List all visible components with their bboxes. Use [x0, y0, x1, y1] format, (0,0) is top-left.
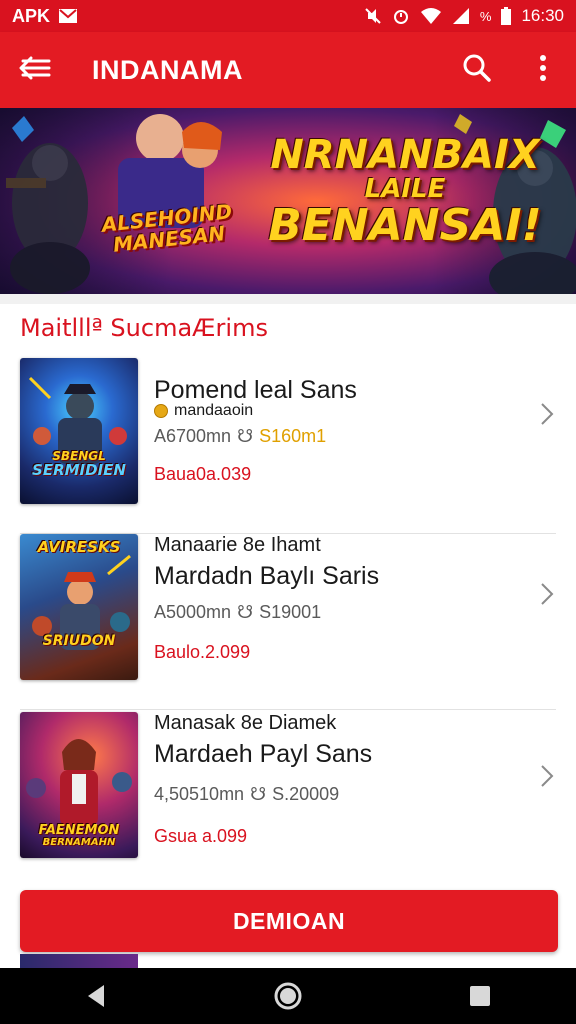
banner-headline-line2: LAILE: [364, 174, 446, 204]
item-price: Baua0a.039: [154, 464, 252, 484]
section-title: Maitlllª SucmaÆrims: [20, 314, 268, 342]
item-downloads: S160m1: [259, 426, 327, 446]
app-title: INDANAMA: [92, 54, 243, 85]
recents-square-icon: [470, 986, 490, 1006]
coin-icon: [154, 404, 168, 418]
item-subtitle-text: mandaaoin: [174, 402, 254, 419]
mail-icon: [58, 8, 78, 24]
item-size: A5000mn: [154, 602, 232, 622]
download-button[interactable]: DEMIOAN: [20, 890, 558, 952]
item-size: 4,50510mn: [154, 784, 245, 804]
overflow-menu-button[interactable]: [510, 32, 576, 108]
chevron-right-icon: [541, 403, 554, 425]
mute-icon: [364, 7, 382, 25]
home-circle-icon: [274, 982, 302, 1010]
list-item[interactable]: SBENGL SERMIDIEN Pomend leal Sans mandaa…: [0, 358, 576, 534]
thumb-title: FAENEMON BERNAMAHN: [20, 824, 138, 848]
status-bar: APK % 16:30: [0, 0, 576, 32]
item-price: Gsua a.099: [154, 826, 248, 846]
divider: [20, 709, 556, 710]
search-button[interactable]: [444, 32, 510, 108]
thumb-text-line2: SERMIDIEN: [32, 460, 126, 479]
rating-icon: ☋: [237, 426, 254, 446]
signal-icon: [452, 7, 470, 25]
alarm-icon: [392, 7, 410, 25]
item-downloads: S.20009: [272, 784, 340, 804]
back-arrow-icon: [19, 55, 53, 86]
next-item-thumbnail-peek: [20, 954, 138, 968]
rating-icon: ☋: [237, 602, 254, 622]
item-subtitle: Manaarie 8e Ihamt: [154, 534, 321, 556]
game-thumbnail: SBENGL SERMIDIEN: [20, 358, 138, 504]
game-thumbnail: AVIRESKS SRIUDON: [20, 534, 138, 680]
item-meta: 4,50510mn ☋ S.20009: [154, 784, 339, 805]
nav-recents-button[interactable]: [445, 968, 515, 1024]
thumb-title-bottom: SRIUDON: [42, 633, 116, 649]
item-downloads: S19001: [259, 602, 322, 622]
item-title: Mardaeh Payl Sans: [154, 740, 373, 768]
item-meta: A6700mn ☋ S160m1: [154, 426, 326, 447]
more-vert-icon: [539, 54, 547, 87]
chevron-right-icon: [541, 583, 554, 605]
game-thumbnail: FAENEMON BERNAMAHN: [20, 712, 138, 858]
chevron-right-icon: [541, 765, 554, 787]
thumb-title: SBENGL SERMIDIEN: [20, 450, 138, 478]
status-time: 16:30: [521, 6, 564, 25]
item-title: Pomend leal Sans: [154, 376, 357, 404]
thumb-text-line1: FAENEMON: [38, 823, 120, 838]
status-app-label: APK: [12, 5, 51, 26]
section-divider: [0, 294, 576, 304]
battery-percent: %: [479, 8, 492, 24]
item-meta: A5000mn ☋ S19001: [154, 602, 321, 623]
promo-banner[interactable]: ALSEHOIND MANESAN NRNANBAIX LAILE BENANS…: [0, 108, 576, 294]
banner-headline-line3: BENANSAI!: [268, 200, 542, 252]
menu-button[interactable]: [0, 32, 72, 108]
item-title: Mardadn Baylı Saris: [154, 562, 380, 590]
thumb-title-top: AVIRESKS: [37, 538, 121, 556]
item-subtitle: Manasak 8e Diamek: [154, 712, 337, 734]
item-price: Baulo.2.099: [154, 642, 251, 662]
battery-icon: [501, 7, 512, 25]
item-subtitle: mandaaoin: [154, 402, 253, 420]
wifi-icon: [420, 7, 442, 25]
item-size: A6700mn: [154, 426, 232, 446]
nav-back-button[interactable]: [61, 968, 131, 1024]
app-bar: INDANAMA: [0, 32, 576, 108]
nav-home-button[interactable]: [253, 968, 323, 1024]
list-item[interactable]: FAENEMON BERNAMAHN Manasak 8e Diamek Mar…: [0, 712, 576, 888]
banner-headline-line1: NRNANBAIX: [270, 132, 540, 178]
back-triangle-icon: [88, 985, 104, 1007]
thumb-text-line2: BERNAMAHN: [42, 836, 116, 848]
search-icon: [462, 53, 492, 88]
banner-headline: NRNANBAIX LAILE BENANSAI!: [240, 134, 570, 249]
list-item[interactable]: AVIRESKS SRIUDON Manaarie 8e Ihamt Marda…: [0, 534, 576, 710]
rating-icon: ☋: [250, 784, 267, 804]
system-nav-bar: [0, 968, 576, 1024]
